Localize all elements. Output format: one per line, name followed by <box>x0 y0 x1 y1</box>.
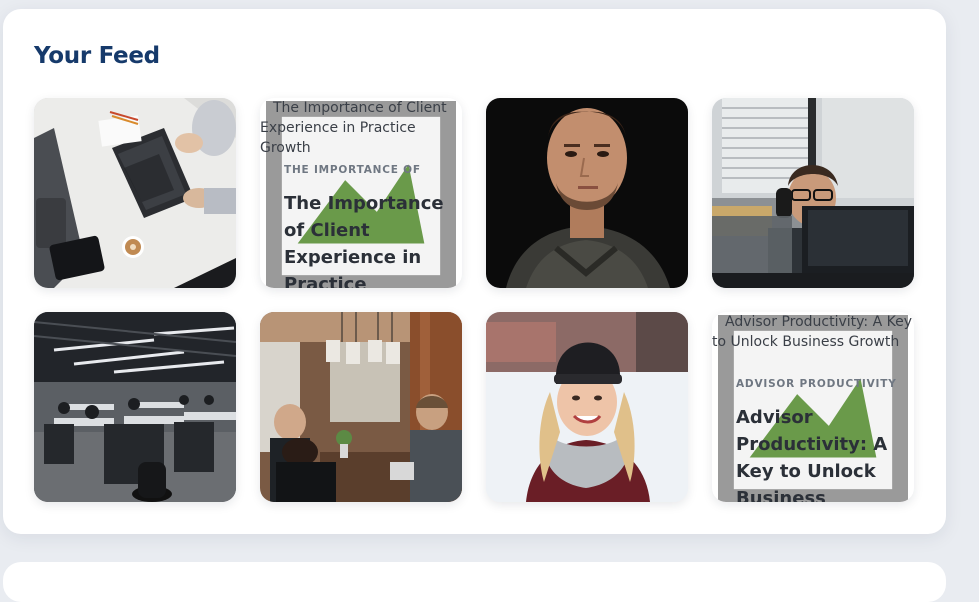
article-kicker: THE IMPORTANCE OF <box>284 164 421 176</box>
feed-card-man-on-phone[interactable] <box>712 98 914 288</box>
feed-card-article-client-experience[interactable]: The Importance of Client Experience in P… <box>260 98 462 288</box>
feed-card-open-office[interactable] <box>34 312 236 502</box>
feed-title: Your Feed <box>34 43 160 69</box>
man-on-phone-image <box>712 98 914 288</box>
woman-snow-image <box>486 312 688 502</box>
next-panel <box>3 562 946 602</box>
broken-image-icon <box>260 101 456 288</box>
feed-card-woman-snow[interactable] <box>486 312 688 502</box>
article-kicker: ADVISOR PRODUCTIVITY <box>736 378 897 390</box>
man-portrait-image <box>486 98 688 288</box>
article-title[interactable]: Advisor Productivity: A Key to Unlock Bu… <box>736 404 896 502</box>
team-table-image <box>260 312 462 502</box>
laptop-desk-image <box>34 98 236 288</box>
broken-image-icon <box>712 315 908 502</box>
article-title[interactable]: The Importance of Client Experience in P… <box>284 190 444 288</box>
open-office-image <box>34 312 236 502</box>
article-image-alt: The Importance of Client Experience in P… <box>260 98 462 288</box>
feed-card-laptop-desk[interactable] <box>34 98 236 288</box>
feed-card-article-advisor-productivity[interactable]: Advisor Productivity: A Key to Unlock Bu… <box>712 312 914 502</box>
feed-card-man-portrait[interactable] <box>486 98 688 288</box>
feed-card-team-table[interactable] <box>260 312 462 502</box>
article-image-alt: Advisor Productivity: A Key to Unlock Bu… <box>712 312 914 502</box>
